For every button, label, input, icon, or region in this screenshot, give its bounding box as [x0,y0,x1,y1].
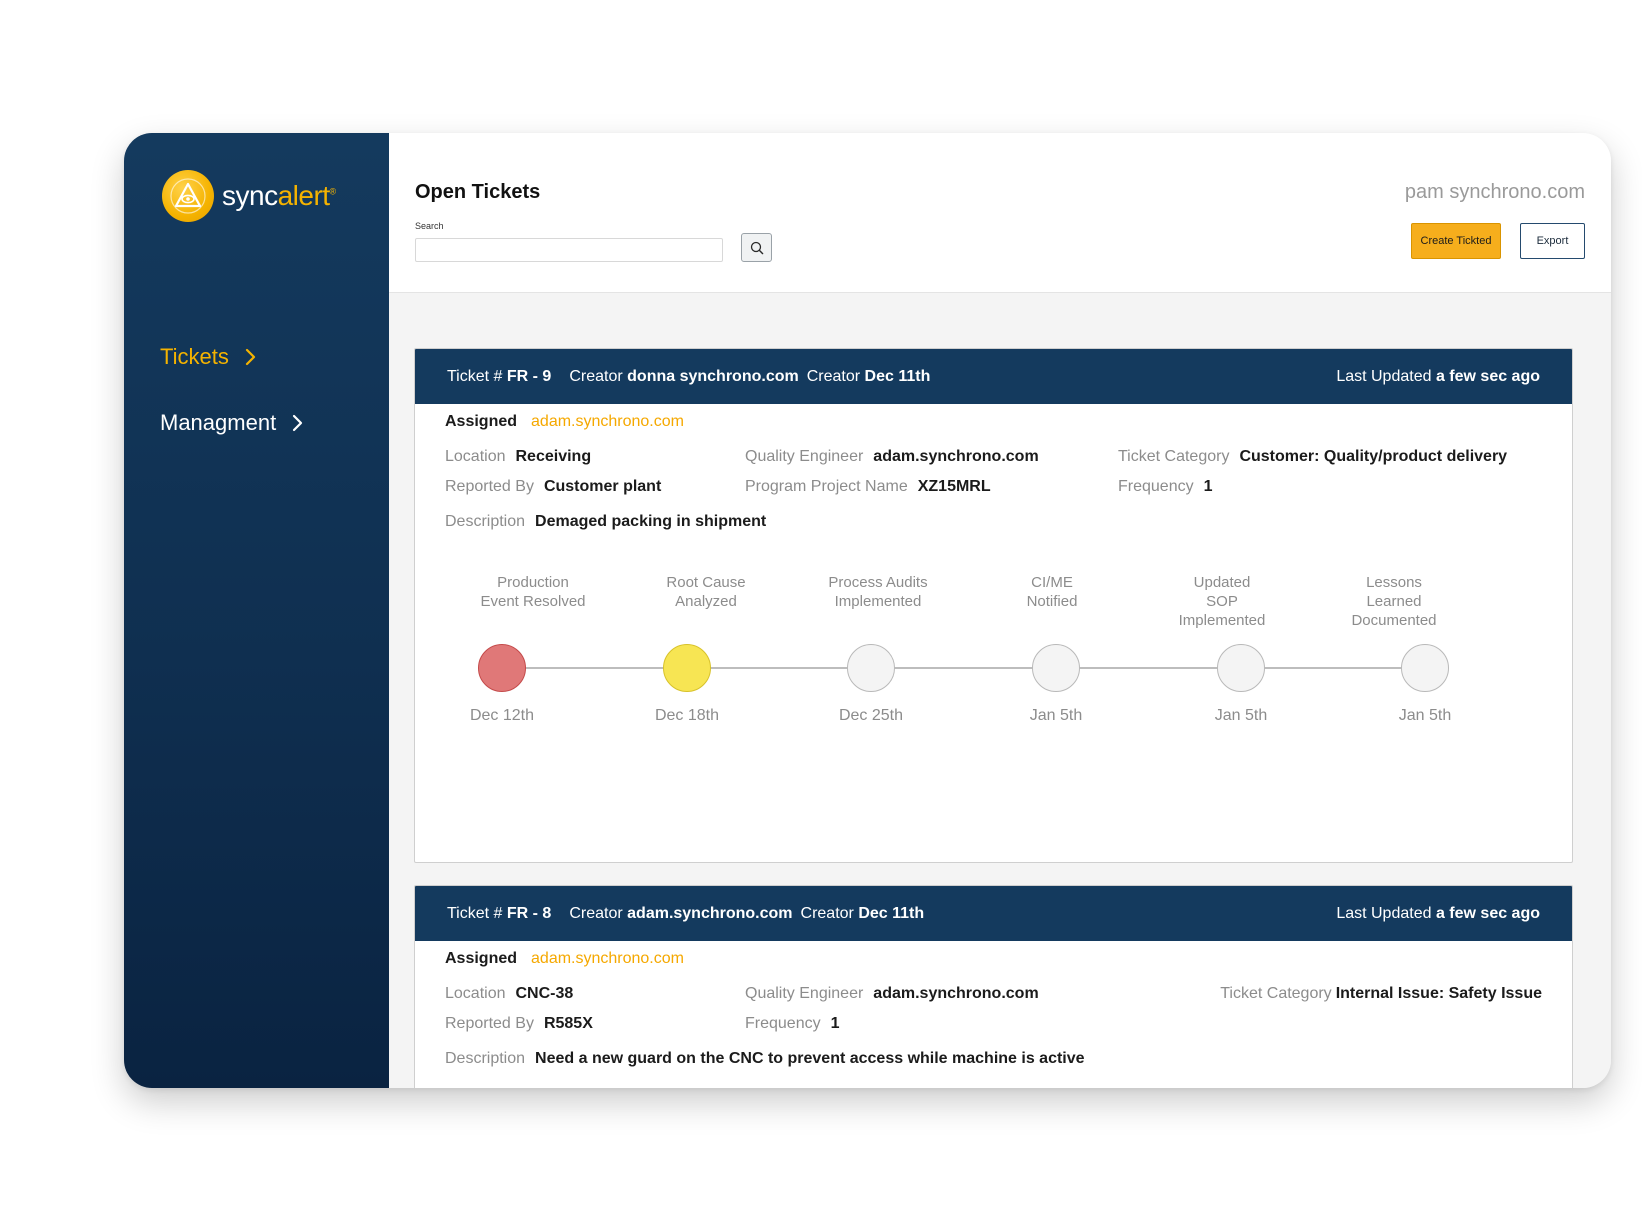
search-button[interactable] [741,233,772,262]
ticket-card[interactable]: Ticket # FR - 9 Creator donna synchrono.… [414,348,1573,863]
stage-label: Updated SOP Implemented [1178,574,1266,629]
ticket-header: Ticket # FR - 8 Creator adam.synchrono.c… [415,886,1572,941]
stage-dot-pending[interactable] [1217,644,1265,692]
stage-dot-pending[interactable] [1401,644,1449,692]
quality-engineer-field: Quality Engineer adam.synchrono.com [745,448,1039,465]
page-title: Open Tickets [415,181,541,203]
sidebar: syncalert® Tickets Managment [124,133,389,1088]
search-input[interactable] [415,238,723,262]
assigned-link[interactable]: adam.synchrono.com [531,413,684,430]
ticket-header: Ticket # FR - 9 Creator donna synchrono.… [415,349,1572,404]
chevron-right-icon [245,348,257,366]
assigned-field: Assigned adam.synchrono.com [445,950,684,967]
description-field: Description Demaged packing in shipment [445,513,767,530]
stage-dot-in-progress[interactable] [663,644,711,692]
timeline-connector [502,667,1425,669]
user-account[interactable]: pam synchrono.com [1405,181,1585,204]
app-window: syncalert® Tickets Managment Open Ticket… [124,133,1611,1088]
eye-triangle-icon [162,170,214,222]
ticket-last-updated: Last Updated a few sec ago [1336,367,1540,385]
stage-dot-done[interactable] [478,644,526,692]
location-field: Location CNC-38 [445,985,574,1002]
sidebar-item-managment[interactable]: Managment [160,410,304,436]
reported-by-field: Reported By R585X [445,1015,593,1032]
sidebar-item-label: Managment [160,410,277,435]
main-content: Open Tickets Search pam synchrono.com Cr… [389,133,1611,1088]
stage-label: Production Event Resolved [480,574,586,610]
assigned-link[interactable]: adam.synchrono.com [531,950,684,967]
program-project-field: Program Project Name XZ15MRL [745,478,991,495]
stage-label: Root Cause Analyzed [666,574,746,610]
ticket-category-field: Ticket Category Customer: Quality/product… [1118,448,1508,465]
search-icon [750,241,763,254]
stage-label: Lessons Learned Documented [1351,574,1437,629]
brand-logo[interactable]: syncalert® [162,170,336,222]
ticket-created-date: Creator Dec 11th [800,904,925,922]
ticket-id: Ticket # FR - 9 [447,367,552,385]
ticket-category-field: Ticket Category Internal Issue: Safety Is… [1220,985,1542,1002]
chevron-right-icon [292,414,304,432]
stage-dot-pending[interactable] [1032,644,1080,692]
stage-date: Jan 5th [1398,707,1452,724]
description-field: Description Need a new guard on the CNC t… [445,1050,1085,1067]
stage-date: Jan 5th [1029,707,1083,724]
stage-date: Jan 5th [1214,707,1268,724]
frequency-field: Frequency 1 [745,1015,840,1032]
stage-dot-pending[interactable] [847,644,895,692]
frequency-field: Frequency 1 [1118,478,1213,495]
ticket-card[interactable]: Ticket # FR - 8 Creator adam.synchrono.c… [414,885,1573,1088]
reported-by-field: Reported By Customer plant [445,478,662,495]
stage-label: CI/ME Notified [1026,574,1078,610]
quality-engineer-field: Quality Engineer adam.synchrono.com [745,985,1039,1002]
ticket-last-updated: Last Updated a few sec ago [1336,904,1540,922]
stage-date: Dec 25th [838,707,904,724]
sidebar-item-label: Tickets [160,344,229,369]
create-ticket-button[interactable]: Create Tickted [1411,223,1501,259]
top-bar: Open Tickets Search pam synchrono.com Cr… [389,133,1611,293]
brand-name: syncalert® [222,180,336,211]
stage-date: Dec 18th [654,707,720,724]
location-field: Location Receiving [445,448,592,465]
ticket-created-date: Creator Dec 11th [806,367,931,385]
stage-date: Dec 12th [469,707,535,724]
ticket-creator: Creator donna synchrono.com [569,367,799,385]
sidebar-item-tickets[interactable]: Tickets [160,344,257,370]
stage-label: Process Audits Implemented [828,574,928,610]
ticket-id: Ticket # FR - 8 [447,904,552,922]
assigned-field: Assigned adam.synchrono.com [445,413,684,430]
search-label: Search [415,221,444,231]
ticket-creator: Creator adam.synchrono.com [569,904,793,922]
export-button[interactable]: Export [1520,223,1585,259]
